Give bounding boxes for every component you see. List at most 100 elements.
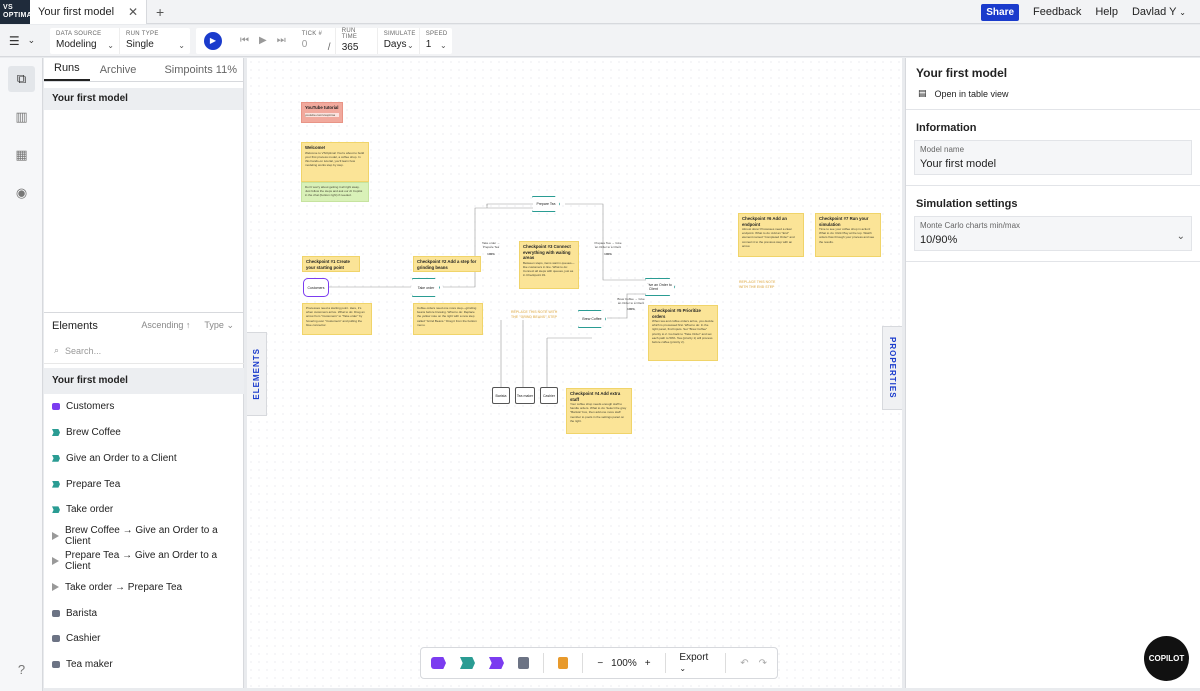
note-checkpoint-5[interactable]: Checkpoint #5 Prioritize orders When tea… — [648, 305, 718, 361]
list-item-label: Customers — [66, 401, 115, 413]
list-item[interactable]: Cashier — [44, 626, 244, 652]
list-item[interactable]: Customers — [44, 394, 244, 420]
sliders-icon: ☰ — [8, 33, 20, 48]
bar-chart-icon[interactable]: ▥ — [8, 104, 35, 130]
placeholder-grind-beans[interactable]: REPLACE THIS NOTE WITH THE "GRIND BEANS"… — [511, 310, 559, 319]
note-checkpoint-4[interactable]: Checkpoint #4 Add extra staff Your coffe… — [566, 388, 632, 434]
dashboard-icon[interactable]: ▦ — [8, 142, 35, 168]
resource-shape-icon[interactable] — [518, 657, 529, 669]
list-item[interactable]: Give an Order to a Client — [44, 445, 244, 471]
list-item[interactable]: Brew Coffee — [44, 420, 244, 446]
tab-runs[interactable]: Runs — [44, 62, 90, 81]
undo-icon[interactable]: ↶ — [740, 658, 748, 669]
note-checkpoint-6[interactable]: Checkpoint #6 Add an endpoint Almost don… — [738, 213, 804, 257]
note-checkpoint-7[interactable]: Checkpoint #7 Run your simulation Time t… — [815, 213, 881, 257]
node-prepare-tea[interactable]: Prepare Tea — [532, 196, 560, 212]
zoom-in-button[interactable]: + — [645, 658, 651, 669]
help-icon[interactable]: ? — [8, 656, 35, 682]
step-forward-icon[interactable]: ⏭ — [277, 35, 286, 46]
sim-controls-group: ▶ ⏮ ▶ ⏭ TICK # 0 RUN TIME / 365 SIMULATE … — [196, 27, 452, 54]
speed-select[interactable]: SPEED 1 ⌄ — [420, 28, 452, 54]
close-icon[interactable]: ✕ — [128, 5, 138, 19]
play-icon[interactable]: ▶ — [259, 35, 267, 46]
type-filter-button[interactable]: Type ⌄ — [204, 320, 234, 331]
app-logo[interactable]: VS OPTIMA — [0, 0, 32, 24]
node-barista[interactable]: Barista — [492, 387, 510, 404]
note-title: Checkpoint #5 Prioritize orders — [652, 308, 701, 319]
node-take-order[interactable]: Take order — [412, 278, 440, 297]
source-shape-icon[interactable] — [431, 657, 446, 669]
note-checkpoint-1[interactable]: Checkpoint #1 Create your starting point — [302, 256, 360, 272]
list-item[interactable]: Your first model — [44, 368, 244, 394]
list-item[interactable]: Prepare Tea — [44, 471, 244, 497]
play-button[interactable]: ▶ — [204, 31, 222, 50]
toolbar-menu[interactable]: ☰ ⌄ — [0, 34, 44, 48]
information-heading: Information — [916, 122, 977, 134]
elements-list: Your first model Customers Brew Coffee Give… — [44, 368, 244, 678]
note-shape-icon[interactable] — [557, 657, 569, 669]
note-youtube-tutorial[interactable]: YouTube tutorial youtube.com/vsoptima — [301, 102, 343, 123]
list-item[interactable]: Brew Coffee → Give an Order to a Client — [44, 523, 244, 549]
list-item[interactable]: Barista — [44, 600, 244, 626]
properties-side-tab[interactable]: PROPERTIES — [882, 326, 902, 410]
run-item[interactable]: Your first model — [44, 88, 243, 110]
tab-your-first-model[interactable]: Your first model ✕ — [30, 0, 148, 24]
end-shape-icon[interactable] — [489, 657, 504, 669]
node-customers[interactable]: Customers — [303, 278, 329, 297]
list-item[interactable]: Take order — [44, 497, 244, 523]
elements-search[interactable]: ⌕ Search... — [44, 338, 244, 364]
note-checkpoint-2-body[interactable]: Coffee orders need one more step—grindin… — [413, 303, 483, 335]
node-cashier[interactable]: Cashier — [540, 387, 558, 404]
speed-label: SPEED — [425, 31, 448, 37]
list-item[interactable]: Prepare Tea → Give an Order to a Client — [44, 549, 244, 575]
export-button[interactable]: Export ⌄ — [679, 652, 711, 674]
node-brew-coffee[interactable]: Brew Coffee — [578, 310, 606, 328]
preview-icon[interactable]: ◉ — [8, 180, 35, 206]
add-tab-icon[interactable]: + — [147, 4, 173, 20]
zoom-out-button[interactable]: − — [597, 658, 603, 669]
user-menu[interactable]: Davlad Y ⌄ — [1132, 6, 1186, 18]
note-checkpoint-1-body[interactable]: Processes need a starting point. Here, i… — [302, 303, 372, 335]
simulation-settings-heading: Simulation settings — [916, 198, 1018, 210]
list-item[interactable]: Tea maker — [44, 652, 244, 678]
run-type-select[interactable]: RUN TYPE Single ⌄ — [120, 28, 190, 54]
monte-carlo-select[interactable]: Monte Carlo charts min/max 10/90% ⌄ — [914, 216, 1192, 251]
model-name-field[interactable]: Model name Your first model — [914, 140, 1192, 175]
placeholder-end-step[interactable]: REPLACE THIS NOTE WITH THE END STEP — [739, 280, 785, 289]
run-time-field[interactable]: RUN TIME / 365 — [328, 27, 378, 54]
elements-side-tab[interactable]: ELEMENTS — [247, 332, 267, 416]
chevron-down-icon: ⌄ — [107, 40, 114, 50]
tab-archive[interactable]: Archive — [90, 64, 147, 81]
search-input[interactable]: Search... — [65, 346, 101, 356]
list-item-label: Take order → Prepare Tea — [65, 581, 183, 593]
redo-icon[interactable]: ↷ — [759, 658, 767, 669]
share-button[interactable]: Share — [981, 3, 1020, 21]
note-welcome[interactable]: Welcome! Welcome to VSOptima! You're abo… — [301, 142, 369, 182]
divider — [542, 653, 544, 673]
node-give-order[interactable]: Give an Order to a Client — [645, 278, 675, 296]
simulate-label: SIMULATE — [383, 31, 416, 37]
activity-shape-icon[interactable] — [460, 657, 475, 669]
chevron-down-icon: ⌄ — [440, 40, 447, 50]
simulate-select[interactable]: SIMULATE Days ⌄ — [378, 27, 420, 54]
note-title: Checkpoint #2 Add a step for grinding be… — [417, 259, 477, 270]
copilot-button[interactable]: COPILOT — [1144, 636, 1189, 681]
feedback-link[interactable]: Feedback — [1033, 6, 1081, 18]
note-body: When tea and coffee orders arrive, you d… — [652, 319, 714, 345]
note-checkpoint-3[interactable]: Checkpoint #3 Connect everything with wa… — [519, 241, 579, 289]
open-table-view-link[interactable]: ▤ Open in table view — [906, 82, 1200, 110]
list-item-label: Barista — [66, 607, 98, 619]
elements-sort: Ascending ↑ Type ⌄ — [141, 320, 234, 331]
model-canvas[interactable]: YouTube tutorial youtube.com/vsoptima We… — [247, 58, 902, 688]
list-item[interactable]: Take order → Prepare Tea — [44, 574, 244, 600]
sort-ascending-button[interactable]: Ascending ↑ — [141, 320, 190, 331]
help-link[interactable]: Help — [1095, 6, 1118, 18]
note-welcome-tip[interactable]: Don't worry about getting it all right a… — [301, 182, 369, 202]
note-checkpoint-2[interactable]: Checkpoint #2 Add a step for grinding be… — [413, 256, 481, 272]
model-tree-icon[interactable]: ⧉ — [8, 66, 35, 92]
type-label: Type — [204, 320, 224, 330]
data-source-select[interactable]: DATA SOURCE Modeling ⌄ — [50, 27, 120, 54]
node-tea-maker[interactable]: Tea maker — [515, 387, 535, 404]
step-back-icon[interactable]: ⏮ — [240, 35, 249, 46]
elements-tab-label: ELEMENTS — [252, 348, 261, 400]
